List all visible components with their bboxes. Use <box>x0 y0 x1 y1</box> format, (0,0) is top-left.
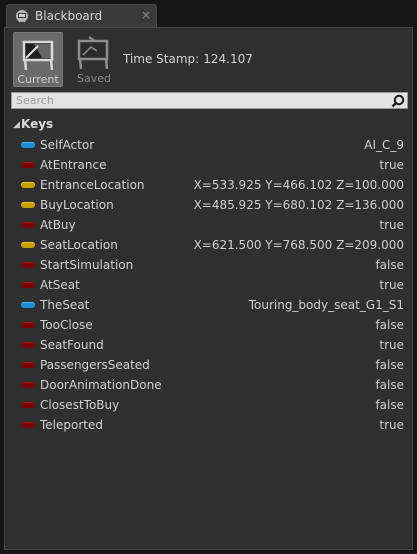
key-row[interactable]: AtEntrance true <box>11 155 408 175</box>
key-name: DoorAnimationDone <box>40 378 162 392</box>
blackboard-panel: Current Saved Time Stamp:124.107 ◢ Keys … <box>4 27 413 550</box>
key-name: AtSeat <box>40 278 80 292</box>
key-name: StartSimulation <box>40 258 134 272</box>
key-row[interactable]: BuyLocation X=485.925 Y=680.102 Z=136.000 <box>11 195 408 215</box>
search-box <box>11 92 408 109</box>
key-value: true <box>379 338 404 352</box>
monitor-saved-icon <box>77 36 109 70</box>
bool-type-pill-icon <box>21 322 35 328</box>
bool-type-pill-icon <box>21 342 35 348</box>
bool-type-pill-icon <box>21 222 35 228</box>
key-name: AtEntrance <box>40 158 107 172</box>
search-input[interactable] <box>12 93 386 108</box>
key-name: BuyLocation <box>40 198 114 212</box>
close-icon[interactable]: × <box>141 8 151 22</box>
key-row[interactable]: AtBuy true <box>11 215 408 235</box>
keys-section-title: Keys <box>21 117 54 131</box>
key-name: PassengersSeated <box>40 358 150 372</box>
keys-list: SelfActor AI_C_9 AtEntrance true EntranceLoc… <box>11 135 408 435</box>
key-value: Touring_body_seat_G1_S1 <box>248 298 404 312</box>
keys-section-header[interactable]: ◢ Keys <box>11 116 408 134</box>
key-name: AtBuy <box>40 218 76 232</box>
expand-arrow-icon: ◢ <box>13 120 20 130</box>
key-name: TooClose <box>40 318 93 332</box>
vector-type-pill-icon <box>21 202 35 208</box>
key-row[interactable]: AtSeat true <box>11 275 408 295</box>
key-value: X=485.925 Y=680.102 Z=136.000 <box>193 198 404 212</box>
search-icon[interactable] <box>391 94 405 108</box>
key-name: SeatLocation <box>40 238 118 252</box>
bool-type-pill-icon <box>21 262 35 268</box>
key-name: Teleported <box>40 418 103 432</box>
key-row[interactable]: ClosestToBuy false <box>11 395 408 415</box>
tab-strip: Blackboard × <box>0 0 417 28</box>
key-value: false <box>375 358 404 372</box>
timestamp-value: 124.107 <box>203 52 253 66</box>
key-value: false <box>375 378 404 392</box>
current-mode-label: Current <box>17 73 59 86</box>
vector-type-pill-icon <box>21 182 35 188</box>
key-name: SeatFound <box>40 338 104 352</box>
key-name: SelfActor <box>40 138 95 152</box>
object-type-pill-icon <box>21 142 35 148</box>
key-value: false <box>375 398 404 412</box>
timestamp-label: Time Stamp: <box>123 52 200 66</box>
key-row[interactable]: TooClose false <box>11 315 408 335</box>
key-value: AI_C_9 <box>364 138 404 152</box>
key-value: X=621.500 Y=768.500 Z=209.000 <box>193 238 404 252</box>
current-mode-button[interactable]: Current <box>13 32 63 87</box>
key-value: true <box>379 218 404 232</box>
key-row[interactable]: StartSimulation false <box>11 255 408 275</box>
key-row[interactable]: SelfActor AI_C_9 <box>11 135 408 155</box>
monitor-current-icon <box>22 40 54 71</box>
bool-type-pill-icon <box>21 402 35 408</box>
key-row[interactable]: Teleported true <box>11 415 408 435</box>
tab-title: Blackboard <box>35 9 103 23</box>
object-type-pill-icon <box>21 302 35 308</box>
key-row[interactable]: PassengersSeated false <box>11 355 408 375</box>
key-row[interactable]: EntranceLocation X=533.925 Y=466.102 Z=10… <box>11 175 408 195</box>
key-name: ClosestToBuy <box>40 398 120 412</box>
key-value: true <box>379 278 404 292</box>
key-value: true <box>379 418 404 432</box>
bool-type-pill-icon <box>21 162 35 168</box>
bool-type-pill-icon <box>21 422 35 428</box>
bool-type-pill-icon <box>21 282 35 288</box>
bool-type-pill-icon <box>21 382 35 388</box>
key-row[interactable]: DoorAnimationDone false <box>11 375 408 395</box>
key-row[interactable]: TheSeat Touring_body_seat_G1_S1 <box>11 295 408 315</box>
key-row[interactable]: SeatLocation X=621.500 Y=768.500 Z=209.00… <box>11 235 408 255</box>
key-value: false <box>375 258 404 272</box>
saved-mode-button[interactable]: Saved <box>69 32 119 87</box>
timestamp: Time Stamp: 124.107 <box>123 52 253 66</box>
tab-blackboard[interactable]: Blackboard × <box>6 4 157 28</box>
vector-type-pill-icon <box>21 242 35 248</box>
key-name: EntranceLocation <box>40 178 145 192</box>
key-value: true <box>379 158 404 172</box>
saved-mode-label: Saved <box>77 72 111 85</box>
blackboard-icon <box>16 10 28 23</box>
key-row[interactable]: SeatFound true <box>11 335 408 355</box>
key-value: X=533.925 Y=466.102 Z=100.000 <box>193 178 404 192</box>
key-name: TheSeat <box>40 298 90 312</box>
bool-type-pill-icon <box>21 362 35 368</box>
key-value: false <box>375 318 404 332</box>
